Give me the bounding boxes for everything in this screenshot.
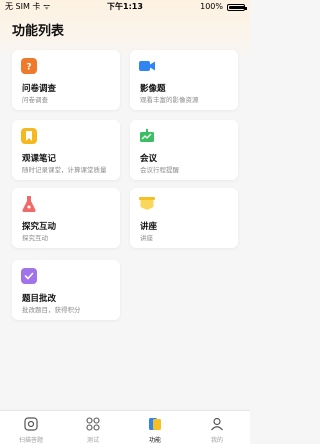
battery-icon bbox=[227, 4, 247, 11]
tab-function[interactable]: 功能 bbox=[124, 411, 186, 444]
function-icon bbox=[148, 416, 162, 430]
card-description: 探究互动 bbox=[22, 234, 48, 242]
flask-icon bbox=[21, 196, 37, 212]
feature-card-inquiry[interactable]: 探究互动 探究互动 bbox=[12, 188, 120, 248]
tab-label: 功能 bbox=[148, 437, 161, 444]
tab-label: 扫描答题 bbox=[18, 437, 43, 444]
card-title: 讲座 bbox=[140, 222, 158, 232]
card-title: 观课笔记 bbox=[22, 154, 57, 164]
tab-label: 我的 bbox=[210, 437, 223, 444]
feature-card-meeting[interactable]: 会议 会议行程提醒 bbox=[130, 120, 238, 180]
card-description: 会议行程提醒 bbox=[140, 166, 179, 174]
card-title: 题目批改 bbox=[22, 294, 57, 304]
card-description: 讲座 bbox=[140, 234, 153, 242]
user-icon bbox=[210, 416, 224, 431]
feature-card-grading[interactable]: 题目批改 批改题目，获得积分 bbox=[12, 260, 120, 320]
bookmark-icon bbox=[21, 128, 37, 144]
battery-percentage: 100% bbox=[200, 2, 223, 11]
chart-board-icon bbox=[139, 128, 155, 144]
tab-bar: 扫描答题 测试 功能 我的 bbox=[0, 410, 250, 444]
feature-card-survey[interactable]: ? 问卷调查 问卷调查 bbox=[12, 50, 120, 110]
feature-card-lecture[interactable]: 讲座 讲座 bbox=[130, 188, 238, 248]
scan-icon bbox=[24, 416, 38, 431]
check-icon bbox=[21, 268, 37, 284]
feature-card-video[interactable]: 影像题 观看丰富的影像资源 bbox=[130, 50, 238, 110]
question-icon: ? bbox=[21, 58, 37, 74]
card-title: 会议 bbox=[140, 154, 158, 164]
card-title: 影像题 bbox=[140, 84, 166, 94]
card-description: 随时记录课堂，计算课堂质量 bbox=[22, 166, 107, 174]
card-description: 问卷调查 bbox=[22, 96, 48, 104]
tab-scan[interactable]: 扫描答题 bbox=[0, 411, 62, 444]
tab-profile[interactable]: 我的 bbox=[186, 411, 248, 444]
card-description: 观看丰富的影像资源 bbox=[140, 96, 199, 104]
feature-card-notes[interactable]: 观课笔记 随时记录课堂，计算课堂质量 bbox=[12, 120, 120, 180]
card-description: 批改题目，获得积分 bbox=[22, 306, 81, 314]
tab-label: 测试 bbox=[86, 437, 99, 444]
tab-test[interactable]: 测试 bbox=[62, 411, 124, 444]
status-bar: 无 SIM 卡 ᯤ 下午1:13 100% bbox=[0, 0, 250, 14]
page-title: 功能列表 bbox=[12, 24, 65, 39]
banner-icon bbox=[139, 196, 155, 212]
svg-text:?: ? bbox=[26, 63, 31, 72]
card-title: 探究互动 bbox=[22, 222, 57, 232]
grid-icon bbox=[86, 416, 100, 431]
card-title: 问卷调查 bbox=[22, 84, 57, 94]
video-camera-icon bbox=[139, 58, 155, 74]
